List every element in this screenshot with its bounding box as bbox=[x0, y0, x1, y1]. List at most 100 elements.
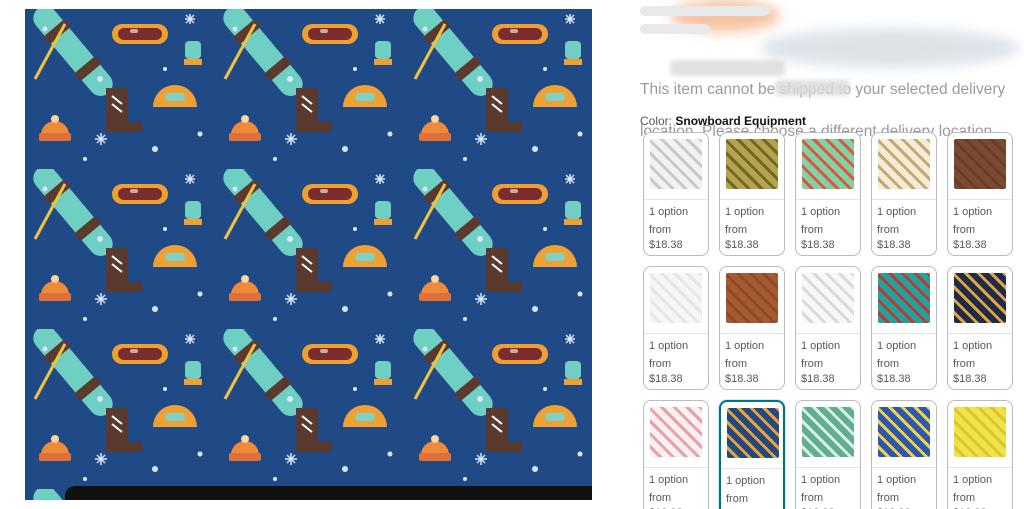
swatch-thumbnail bbox=[878, 139, 930, 189]
color-swatch-option[interactable]: 1 optionfrom$18.38 bbox=[719, 400, 785, 509]
swatch-thumbnail bbox=[802, 273, 854, 323]
color-swatch-option[interactable]: 1 option from $18.38 bbox=[643, 132, 709, 256]
swatch-price: $18.38 bbox=[801, 239, 835, 251]
swatch-option-text: 1 option bbox=[801, 340, 841, 352]
product-info-panel: This item cannot be shipped to your sele… bbox=[640, 0, 1024, 509]
swatch-from-text: from bbox=[649, 223, 671, 236]
swatch-option-count: 1 option from bbox=[725, 338, 764, 373]
swatch-divider bbox=[644, 333, 708, 334]
swatch-option-count: 1 option from bbox=[877, 204, 916, 239]
color-swatch-option[interactable]: 1 optionfrom$18.38 bbox=[871, 132, 937, 256]
swatch-thumbnail bbox=[726, 273, 778, 323]
swatch-option-text: 1 option bbox=[649, 340, 689, 352]
swatch-option-text: 1 option bbox=[649, 206, 689, 218]
swatch-from-text: from bbox=[649, 491, 671, 504]
swatch-price: $18.38 bbox=[649, 239, 683, 251]
swatch-option-text: 1 option bbox=[801, 206, 841, 218]
swatch-option-count: 1 option from bbox=[649, 472, 688, 507]
swatch-price: $18.38 bbox=[725, 373, 759, 385]
color-swatch-option[interactable]: 1 option from $18.38 bbox=[719, 266, 785, 390]
swatch-price: $18.38 bbox=[877, 373, 911, 385]
swatch-option-count: 1 option from bbox=[801, 338, 840, 373]
swatch-option-count: 1 option from bbox=[649, 338, 688, 373]
swatch-divider bbox=[796, 467, 860, 468]
swatch-divider bbox=[948, 467, 1012, 468]
product-main-image[interactable] bbox=[25, 9, 592, 500]
swatch-price: $18.38 bbox=[725, 239, 759, 251]
color-swatch-option[interactable]: 1 option from $18.38 bbox=[795, 266, 861, 390]
swatch-thumbnail bbox=[878, 273, 930, 323]
color-selection-label: Color: Snowboard Equipment bbox=[640, 114, 806, 128]
swatch-thumbnail bbox=[802, 139, 854, 189]
swatch-divider bbox=[872, 199, 936, 200]
redacted-line bbox=[640, 24, 710, 34]
swatch-option-count: 1 option from bbox=[801, 204, 840, 239]
swatch-from-text: from bbox=[877, 357, 899, 370]
color-swatch-option[interactable]: 1 optionfrom$18.38 bbox=[795, 400, 861, 509]
swatch-divider bbox=[872, 333, 936, 334]
selected-color-name: Snowboard Equipment bbox=[675, 114, 807, 128]
swatch-option-count: 1 option from bbox=[953, 204, 992, 239]
swatch-thumbnail bbox=[650, 273, 702, 323]
swatch-divider bbox=[872, 467, 936, 468]
swatch-divider bbox=[948, 199, 1012, 200]
swatch-price: $18.38 bbox=[953, 239, 987, 251]
swatch-option-count: 1 option from bbox=[725, 204, 764, 239]
color-swatch-option[interactable]: 1 option from $18.38 bbox=[719, 132, 785, 256]
swatch-divider bbox=[721, 468, 783, 469]
swatch-from-text: from bbox=[801, 491, 823, 504]
swatch-divider bbox=[720, 333, 784, 334]
swatch-thumbnail bbox=[954, 139, 1006, 189]
swatch-option-text: 1 option bbox=[725, 340, 765, 352]
swatch-thumbnail bbox=[954, 273, 1006, 323]
swatch-option-text: 1 option bbox=[877, 474, 917, 486]
swatch-thumbnail bbox=[802, 407, 854, 457]
swatch-divider bbox=[948, 333, 1012, 334]
swatch-option-count: 1 option from bbox=[649, 204, 688, 239]
swatch-thumbnail bbox=[727, 408, 779, 458]
color-label: Color: bbox=[640, 114, 673, 128]
swatch-price: $18.38 bbox=[801, 373, 835, 385]
swatch-option-text: 1 option bbox=[953, 206, 993, 218]
color-swatch-option[interactable]: 1 option from $18.38 bbox=[947, 132, 1013, 256]
swatch-divider bbox=[644, 467, 708, 468]
color-swatch-option[interactable]: 1 optionfrom$18.38 bbox=[871, 400, 937, 509]
swatch-option-text: 1 option bbox=[726, 475, 766, 487]
swatch-option-text: 1 option bbox=[725, 206, 765, 218]
swatch-from-text: from bbox=[725, 223, 747, 236]
swatch-divider bbox=[796, 333, 860, 334]
swatch-from-text: from bbox=[725, 357, 747, 370]
swatch-from-text: from bbox=[801, 357, 823, 370]
color-swatch-option[interactable]: 1 option from $18.38 bbox=[643, 266, 709, 390]
swatch-option-text: 1 option bbox=[953, 474, 993, 486]
swatch-thumbnail bbox=[954, 407, 1006, 457]
swatch-option-count: 1 option from bbox=[726, 473, 765, 508]
color-swatch-option[interactable]: 1 optionfrom$18.38 bbox=[643, 400, 709, 509]
swatch-from-text: from bbox=[726, 492, 748, 505]
swatch-from-text: from bbox=[649, 357, 671, 370]
color-swatch-option[interactable]: 1 optionfrom$18.38 bbox=[947, 266, 1013, 390]
swatch-from-text: from bbox=[953, 223, 975, 236]
swatch-from-text: from bbox=[801, 223, 823, 236]
swatch-option-count: 1 option from bbox=[953, 338, 992, 373]
swatch-option-count: 1 option from bbox=[953, 472, 992, 507]
swatch-from-text: from bbox=[953, 357, 975, 370]
swatch-price: $18.38 bbox=[877, 239, 911, 251]
swatch-thumbnail bbox=[650, 139, 702, 189]
color-swatch-option[interactable]: 1 option from $18.38 bbox=[795, 132, 861, 256]
swatch-price: $18.38 bbox=[649, 373, 683, 385]
swatch-option-text: 1 option bbox=[649, 474, 689, 486]
swatch-divider bbox=[644, 199, 708, 200]
redacted-line bbox=[640, 6, 770, 16]
swatch-option-text: 1 option bbox=[877, 340, 917, 352]
swatch-thumbnail bbox=[650, 407, 702, 457]
swatch-option-text: 1 option bbox=[801, 474, 841, 486]
swatch-option-count: 1 option from bbox=[877, 338, 916, 373]
swatch-from-text: from bbox=[877, 491, 899, 504]
snowboard-pattern-image bbox=[25, 9, 592, 500]
color-swatch-option[interactable]: 1 option from $18.38 bbox=[871, 266, 937, 390]
swatch-thumbnail bbox=[726, 139, 778, 189]
swatch-option-text: 1 option bbox=[953, 340, 993, 352]
swatch-divider bbox=[796, 199, 860, 200]
color-swatch-option[interactable]: 1 optionfrom$18.38 bbox=[947, 400, 1013, 509]
